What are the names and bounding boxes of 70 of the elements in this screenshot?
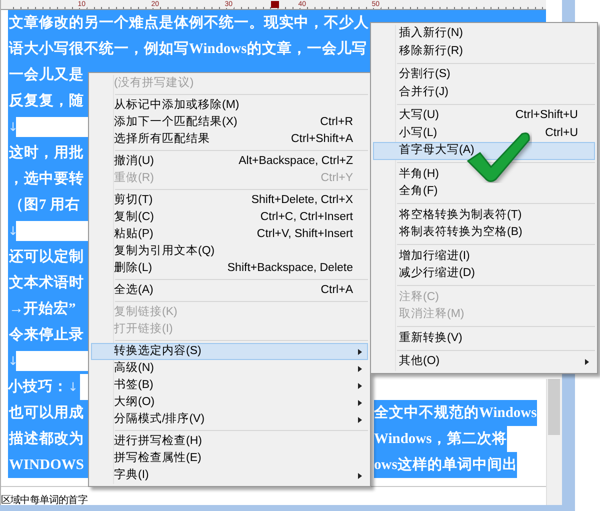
menu-item[interactable]: 转换选定内容(S): [91, 343, 368, 360]
menu-item[interactable]: 插入新行(N): [373, 25, 595, 42]
text-line: 反复复，随: [8, 93, 84, 109]
text-line: 一会儿又是: [8, 67, 84, 83]
text-line: 语大小写很不统一，例如写Windows的文章，一会儿写: [8, 41, 367, 57]
text-line: 这时，用批: [8, 145, 84, 161]
menu-item[interactable]: 半角(H): [373, 166, 595, 183]
cursor-marker-icon: [271, 1, 279, 8]
menu-item[interactable]: 重新转换(V): [373, 330, 595, 347]
menu-item[interactable]: 合并行(J): [373, 84, 595, 101]
shortcut-text: Ctrl+Shift+A: [291, 132, 353, 147]
menu-item[interactable]: 字典(I): [91, 467, 368, 484]
menu-item[interactable]: 复制为引用文本(Q): [91, 243, 368, 260]
menu-item[interactable]: 从标记中添加或移除(M): [91, 97, 368, 114]
menu-item[interactable]: 大写(U) Ctrl+Shift+U: [373, 107, 595, 124]
shortcut-text: Ctrl+R: [320, 114, 353, 130]
scrollbar[interactable]: [546, 379, 562, 505]
newline-mark: ↓: [8, 119, 16, 136]
menu-item[interactable]: 删除(L) Shift+Backspace, Delete: [91, 260, 368, 277]
menu-item[interactable]: 添加下一个匹配结果(X) Ctrl+R: [91, 114, 368, 131]
shortcut-text: Alt+Backspace, Ctrl+Z: [238, 154, 353, 169]
menu-item[interactable]: 大纲(O): [91, 394, 368, 411]
menu-item[interactable]: 将制表符转换为空格(B): [373, 224, 595, 242]
menu-item[interactable]: 书签(B): [91, 377, 368, 394]
menu-item[interactable]: 移除新行(R): [373, 42, 595, 60]
menu-item[interactable]: 剪切(T) Shift+Delete, Ctrl+X: [91, 192, 368, 209]
shortcut-text: Shift+Delete, Ctrl+X: [251, 192, 353, 208]
menu-item[interactable]: 撤消(U) Alt+Backspace, Ctrl+Z: [91, 153, 368, 170]
text-line: 令来停止录: [8, 327, 84, 343]
status-text: 区域中每单词的首字: [1, 495, 88, 506]
text-fragment: WINDOWS: [8, 452, 90, 478]
menu-item[interactable]: 小写(L) Ctrl+U: [373, 124, 595, 142]
menu-item[interactable]: 复制(C) Ctrl+C, Ctrl+Insert: [91, 209, 368, 226]
text-line: ，选中要转: [8, 171, 84, 187]
text-line: →开始宏”: [8, 301, 76, 317]
text-fragment: 描述都改为: [8, 426, 90, 452]
text-line: 还可以定制: [8, 249, 84, 265]
text-line: 文本术语时: [8, 275, 84, 291]
newline-mark: ↓: [8, 353, 16, 370]
menu-item[interactable]: 选择所有匹配结果 Ctrl+Shift+A: [91, 131, 368, 148]
shortcut-text: Ctrl+Shift+U: [515, 108, 578, 124]
menu-item[interactable]: 首字母大写(A): [373, 142, 595, 160]
shortcut-text: Ctrl+Y: [320, 170, 353, 186]
menu-item[interactable]: 减少行缩进(D): [373, 265, 595, 282]
text-fragment: ows这样的单词中间出: [374, 452, 518, 478]
menu-item[interactable]: 分割行(S): [373, 66, 595, 84]
text-line: 小技巧：: [8, 379, 68, 395]
shortcut-text: Ctrl+U: [545, 126, 578, 141]
menu-item[interactable]: 将空格转换为制表符(T): [373, 206, 595, 224]
menu-item[interactable]: 进行拼写检查(H): [91, 433, 368, 450]
menu-item[interactable]: 全选(A) Ctrl+A: [91, 282, 368, 299]
shortcut-text: Ctrl+C, Ctrl+Insert: [260, 210, 353, 225]
shortcut-text: Ctrl+V, Shift+Insert: [256, 226, 353, 242]
menu-item[interactable]: 全角(F): [373, 183, 595, 200]
menu-item[interactable]: 分隔模式/排序(V): [91, 411, 368, 428]
shortcut-text: Ctrl+A: [320, 282, 353, 298]
text-fragment: Windows，第二次将: [374, 426, 507, 452]
text-fragment: 也可以用成: [8, 400, 90, 426]
newline-mark: ↓: [68, 380, 78, 394]
text-line: （图7 用右: [8, 197, 80, 213]
newline-mark: ↓: [8, 223, 16, 240]
scroll-thumb[interactable]: [548, 379, 560, 435]
text-fragment: 全文中不规范的Windows: [374, 400, 537, 426]
menu-item[interactable]: 其他(O): [373, 353, 595, 370]
menu-item[interactable]: 拼写检查属性(E): [91, 450, 368, 467]
shortcut-text: Shift+Backspace, Delete: [227, 260, 353, 276]
menu-item[interactable]: 增加行缩进(I): [373, 248, 595, 265]
text-line: 文章修改的另一个难点是体例不统一。现实中，不少人: [8, 15, 369, 31]
menu-item[interactable]: 高级(N): [91, 360, 368, 377]
menu-item[interactable]: 粘贴(P) Ctrl+V, Shift+Insert: [91, 226, 368, 243]
